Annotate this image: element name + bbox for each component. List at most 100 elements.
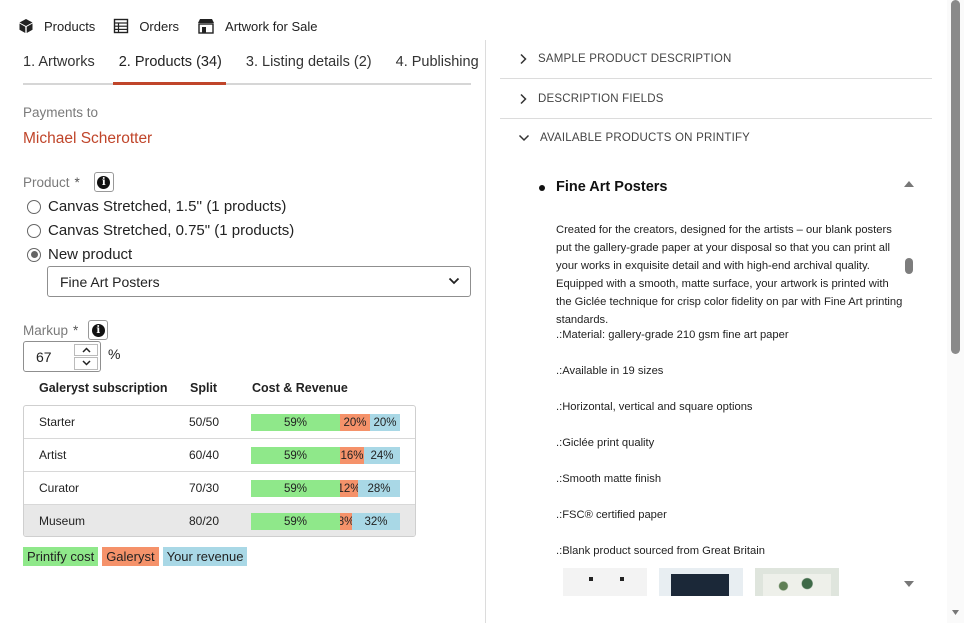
subscription-name: Museum [39,514,86,528]
chevron-up-icon [81,347,91,353]
chevron-down-icon [518,134,530,142]
product-thumbnail[interactable] [659,568,743,596]
product-option-new[interactable]: New product [27,246,132,263]
required-mark: * [74,174,80,190]
option-label: Canvas Stretched, 0.75" (1 products) [48,222,295,239]
cost-revenue-bar: 59% 16% 24% [251,447,400,464]
revenue-segment: 32% [352,513,400,530]
chevron-right-icon [520,93,527,104]
feature-item: .:Smooth matte finish [556,473,662,485]
table-icon [114,18,129,34]
product-thumbnail[interactable] [563,568,647,596]
payee-name: Michael Scherotter [23,130,153,147]
revenue-segment: 20% [370,414,400,431]
accordion-label: AVAILABLE PRODUCTS ON PRINTIFY [540,132,751,144]
option-label: New product [48,246,133,263]
cost-legend: Printify cost Galeryst Your revenue [23,547,248,566]
chevron-right-icon [520,53,527,64]
revenue-segment: 24% [364,447,400,464]
payments-label: Payments to [23,105,99,120]
scroll-up-arrow-icon[interactable] [903,179,915,188]
feature-item: .:Available in 19 sizes [556,365,664,377]
subscription-name: Starter [39,415,76,429]
page-scrollbar-thumb[interactable] [951,0,960,354]
accordion-available-products[interactable]: AVAILABLE PRODUCTS ON PRINTIFY [500,118,932,158]
decrement-button[interactable] [74,357,98,370]
markup-info-button[interactable]: i [88,320,109,340]
galeryst-segment: 12% [340,480,358,497]
info-icon: i [91,323,105,337]
tab-products[interactable]: 2. Products (34) [112,52,227,85]
nav-artwork-for-sale[interactable]: Artwork for Sale [197,18,318,34]
table-row: Artist 60/40 59% 16% 24% [24,439,415,472]
inner-scrollbar[interactable] [902,176,916,596]
table-row: Museum 80/20 59%8%32% [24,505,415,536]
scroll-down-arrow-icon[interactable] [951,609,960,616]
legend-galeryst: Galeryst [102,547,159,566]
radio-button[interactable] [27,199,41,214]
markup-stepper[interactable]: 67 [23,341,101,372]
revenue-segment: 28% [358,480,400,497]
store-icon [198,19,215,34]
table-row: Starter 50/50 59% 20% 20% [24,406,415,439]
info-icon: i [97,175,111,189]
product-label-row: Product * i [23,172,114,192]
printify-cost-segment: 59% [251,414,340,431]
page-scrollbar[interactable] [947,0,964,623]
feature-item: .:Material: gallery-grade 210 gsm fine a… [556,329,789,341]
scroll-down-arrow-icon[interactable] [903,580,915,589]
split-value: 70/30 [189,481,220,495]
col-header-split: Split [190,381,218,395]
increment-button[interactable] [74,343,98,356]
accordion-label: SAMPLE PRODUCT DESCRIPTION [538,52,732,65]
feature-item: .:Horizontal, vertical and square option… [556,401,753,413]
accordion-label: DESCRIPTION FIELDS [538,92,664,105]
radio-button[interactable] [27,223,41,238]
galeryst-segment: 8% [340,513,352,530]
printify-cost-segment: 59% [251,513,340,530]
product-thumbnail[interactable] [755,568,839,596]
split-value: 50/50 [189,415,220,429]
legend-your-revenue: Your revenue [162,547,248,566]
table-row: Curator 70/30 59%12%28% [24,472,415,505]
markup-label-row: Markup * i [23,320,109,340]
chevron-down-icon [448,277,460,285]
cost-revenue-bar: 59%8%32% [251,513,400,530]
col-header-cost-revenue: Cost & Revenue [252,381,348,395]
accordion-sample-description[interactable]: SAMPLE PRODUCT DESCRIPTION [500,39,932,79]
nav-orders[interactable]: Orders [113,18,179,34]
markup-label: Markup [23,322,69,338]
tab-artworks[interactable]: 1. Artworks [23,52,95,83]
split-value: 80/20 [189,514,220,528]
tab-publishing[interactable]: 4. Publishing [396,52,479,83]
feature-item: .:FSC® certified paper [556,509,667,521]
product-thumbnails [563,568,839,596]
galeryst-segment: 20% [340,414,370,431]
step-tabs: 1. Artworks 2. Products (34) 3. Listing … [23,52,479,85]
option-label: Canvas Stretched, 1.5'' (1 products) [48,198,287,215]
markup-value[interactable]: 67 [24,349,74,365]
product-option-canvas-1-5[interactable]: Canvas Stretched, 1.5'' (1 products) [27,198,286,215]
box-icon [19,19,33,33]
subscription-name: Artist [39,448,67,462]
product-option-canvas-0-75[interactable]: Canvas Stretched, 0.75" (1 products) [27,222,294,239]
subscription-name: Curator [39,481,80,495]
product-label: Product [23,174,70,190]
nav-artwork-label: Artwork for Sale [225,18,318,34]
product-info-button[interactable]: i [93,172,114,192]
nav-orders-label: Orders [139,18,180,34]
inner-scrollbar-thumb[interactable] [905,258,913,274]
product-select-value: Fine Art Posters [60,273,160,290]
product-title: Fine Art Posters [538,179,668,195]
markup-unit: % [108,346,121,362]
product-select[interactable]: Fine Art Posters [47,266,471,297]
nav-products[interactable]: Products [18,18,95,34]
tab-listing-details[interactable]: 3. Listing details (2) [246,52,372,83]
cost-revenue-bar: 59% 20% 20% [251,414,400,431]
required-mark: * [73,322,79,338]
top-nav: Products Orders Artwork for Sale [0,0,486,52]
radio-button-checked[interactable] [27,247,41,262]
subscription-table: Starter 50/50 59% 20% 20% Artist 60/40 59% 16% 24… [23,405,416,537]
feature-item: .:Blank product sourced from Great Brita… [556,545,765,557]
accordion-description-fields[interactable]: DESCRIPTION FIELDS [500,79,932,119]
